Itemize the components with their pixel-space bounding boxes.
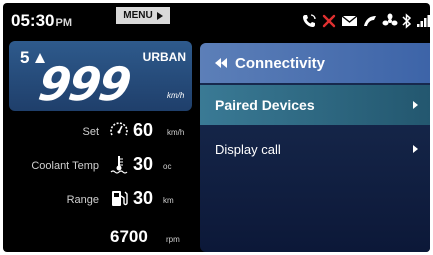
connectivity-panel: Connectivity Paired Devices Display call bbox=[200, 43, 430, 252]
status-icons bbox=[301, 11, 430, 31]
clock-time: 05:30 bbox=[11, 11, 55, 30]
coolant-row: Coolant Temp 30 oc bbox=[3, 151, 193, 177]
range-value: 30 bbox=[133, 188, 154, 208]
riding-mode: URBAN bbox=[142, 50, 186, 64]
menu-item-label: Display call bbox=[215, 141, 281, 157]
range-label: Range bbox=[66, 194, 99, 206]
clock: 05:30PM bbox=[11, 11, 72, 31]
set-label: Set bbox=[82, 126, 99, 138]
range-row: Range 30 km bbox=[3, 185, 193, 211]
top-status-bar: 05:30PM MENU bbox=[3, 3, 430, 37]
chevron-right-icon bbox=[413, 145, 418, 153]
gear-number: 5 bbox=[20, 48, 30, 67]
dashboard-screen: 05:30PM MENU 5 URBAN 999 km/h Set 60 km/… bbox=[3, 3, 430, 252]
range-unit: km bbox=[163, 196, 174, 205]
menu-item-display-call[interactable]: Display call bbox=[200, 129, 430, 169]
menu-button-label: MENU bbox=[123, 10, 153, 21]
play-arrow-icon bbox=[156, 11, 163, 20]
coolant-unit: oc bbox=[163, 162, 172, 171]
menu-item-paired-devices[interactable]: Paired Devices bbox=[200, 85, 430, 125]
bluetooth-icon bbox=[402, 13, 412, 29]
clock-ampm: PM bbox=[55, 17, 72, 29]
cruise-set-row: Set 60 km/h bbox=[3, 117, 193, 143]
message-icon bbox=[341, 15, 358, 26]
phone-icon bbox=[303, 14, 316, 27]
back-double-chevron-icon bbox=[215, 58, 227, 68]
speed-unit: km/h bbox=[167, 91, 185, 100]
set-value: 60 bbox=[133, 120, 154, 140]
chevron-right-icon bbox=[413, 101, 418, 109]
rpm-unit: rpm bbox=[166, 235, 180, 244]
panel-title: Connectivity bbox=[235, 54, 326, 72]
speed-card: 5 URBAN 999 km/h bbox=[9, 41, 192, 111]
fuel-pump-icon bbox=[112, 191, 128, 206]
rpm-value: 6700 bbox=[110, 227, 148, 246]
missed-call-icon bbox=[322, 14, 336, 28]
set-unit: km/h bbox=[167, 128, 185, 137]
menu-button[interactable]: MENU bbox=[116, 7, 170, 24]
speed-value: 999 bbox=[35, 57, 133, 111]
fan-icon bbox=[382, 13, 398, 26]
coolant-value: 30 bbox=[133, 154, 154, 174]
menu-item-label: Paired Devices bbox=[215, 97, 315, 113]
signal-icon bbox=[417, 15, 430, 27]
connectivity-back-button[interactable]: Connectivity bbox=[200, 43, 430, 83]
coolant-temp-icon bbox=[110, 156, 128, 174]
coolant-label: Coolant Temp bbox=[31, 160, 99, 172]
speedometer-icon bbox=[110, 122, 128, 136]
navigation-icon bbox=[364, 16, 376, 26]
